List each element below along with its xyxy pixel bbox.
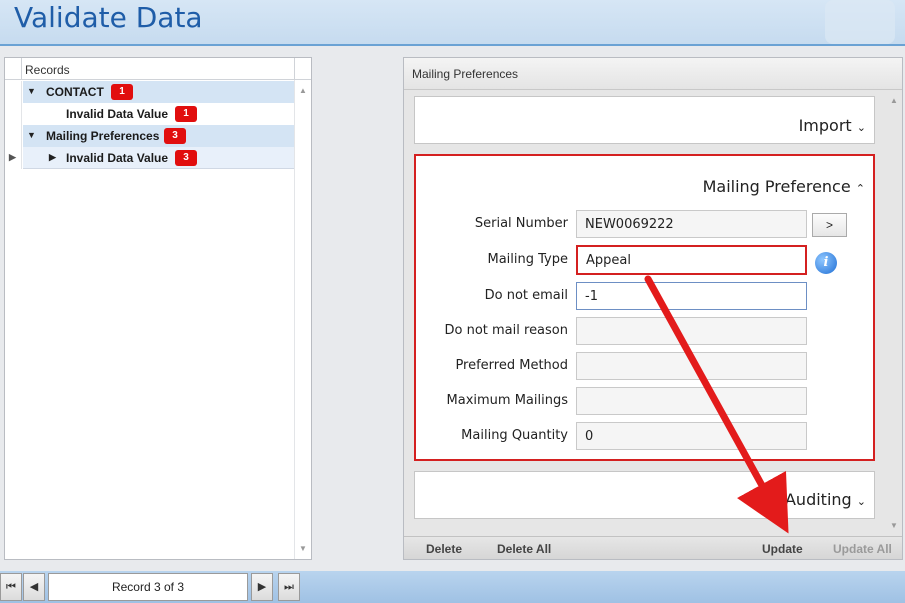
tree-row-invalid-data-contact[interactable]: Invalid Data Value 1	[5, 103, 295, 125]
title-bar: Validate Data	[0, 0, 905, 46]
current-row-indicator-icon: ▶	[5, 147, 22, 169]
record-navigator: ⏮ ◀ Record 3 of 3 ▶ ⏭	[0, 571, 905, 603]
auditing-section[interactable]: Auditing ⌄	[414, 471, 875, 519]
tree-row-invalid-data-mailing[interactable]: ▶ ▶ Invalid Data Value 3	[5, 147, 295, 169]
do-not-email-label: Do not email	[484, 288, 568, 303]
update-button[interactable]: Update	[762, 542, 803, 556]
error-count-badge: 1	[111, 84, 133, 100]
import-section-title: Import	[798, 116, 852, 135]
panel-footer: Delete Delete All Update Update All	[404, 536, 902, 559]
record-position: Record 3 of 3	[48, 573, 248, 601]
import-section[interactable]: Import ⌄	[414, 96, 875, 144]
mailing-type-field[interactable]: Appeal	[576, 245, 807, 275]
expanded-caret-icon[interactable]: ▼	[27, 86, 36, 96]
info-icon[interactable]: i	[815, 252, 837, 274]
serial-number-label: Serial Number	[474, 216, 568, 231]
maximum-mailings-field[interactable]	[576, 387, 807, 415]
maximum-mailings-label: Maximum Mailings	[446, 393, 568, 408]
scroll-up-icon[interactable]: ▲	[299, 86, 307, 95]
tree-row-label: Invalid Data Value	[66, 151, 169, 165]
last-record-button[interactable]: ⏭	[278, 573, 300, 601]
puzzle-logo-icon	[825, 0, 895, 44]
auditing-section-title: Auditing	[784, 490, 852, 509]
do-not-mail-reason-label: Do not mail reason	[444, 323, 569, 338]
chevron-down-icon: ⌄	[856, 495, 866, 508]
mailing-preferences-panel: Mailing Preferences Import ⌄ Mailing Pre…	[403, 57, 903, 560]
do-not-email-field[interactable]: -1	[576, 282, 807, 310]
tree-row-label: Invalid Data Value	[66, 107, 169, 121]
mailing-quantity-field[interactable]: 0	[576, 422, 807, 450]
error-count-badge: 3	[164, 128, 186, 144]
panel-scrollbar[interactable]: ▲ ▼	[885, 90, 902, 536]
mailing-preference-section-title: Mailing Preference	[702, 177, 851, 196]
tree-row-mailing-preferences[interactable]: ▼ Mailing Preferences 3	[5, 125, 295, 147]
error-count-badge: 1	[175, 106, 197, 122]
scroll-down-icon[interactable]: ▼	[299, 544, 307, 553]
tree-header: Records	[5, 58, 311, 80]
panel-header: Mailing Preferences	[404, 58, 902, 90]
preferred-method-field[interactable]	[576, 352, 807, 380]
tree-row-label: Mailing Preferences	[46, 129, 160, 143]
do-not-mail-reason-field[interactable]	[576, 317, 807, 345]
collapsed-caret-icon[interactable]: ▶	[49, 152, 56, 163]
tree-row-contact[interactable]: ▼ CONTACT 1	[5, 81, 295, 103]
mailing-type-label: Mailing Type	[487, 252, 568, 267]
window-title: Validate Data	[14, 1, 203, 34]
mailing-quantity-label: Mailing Quantity	[461, 428, 568, 443]
serial-number-field[interactable]: NEW0069222	[576, 210, 807, 238]
tree-header-label: Records	[25, 63, 70, 77]
scroll-up-icon[interactable]: ▲	[890, 96, 898, 105]
mailing-preference-section: Mailing Preference ⌃ Serial Number NEW00…	[414, 154, 875, 461]
delete-button[interactable]: Delete	[426, 542, 462, 556]
error-count-badge: 3	[175, 150, 197, 166]
panel-body: Import ⌄ Mailing Preference ⌃ Serial Num…	[404, 90, 902, 536]
expanded-caret-icon[interactable]: ▼	[27, 130, 36, 140]
delete-all-button[interactable]: Delete All	[497, 542, 551, 556]
scroll-down-icon[interactable]: ▼	[890, 521, 898, 530]
update-all-button[interactable]: Update All	[833, 542, 892, 556]
first-record-button[interactable]: ⏮	[0, 573, 22, 601]
chevron-up-icon: ⌃	[855, 182, 865, 195]
go-button[interactable]: >	[812, 213, 847, 237]
chevron-down-icon: ⌄	[856, 121, 866, 134]
tree-row-label: CONTACT	[46, 85, 104, 99]
tree-scrollbar[interactable]: ▲ ▼	[294, 80, 311, 559]
next-record-button[interactable]: ▶	[251, 573, 273, 601]
previous-record-button[interactable]: ◀	[23, 573, 45, 601]
preferred-method-label: Preferred Method	[455, 358, 568, 373]
records-tree: Records ▼ CONTACT 1 Invalid Data Value 1…	[4, 57, 312, 560]
